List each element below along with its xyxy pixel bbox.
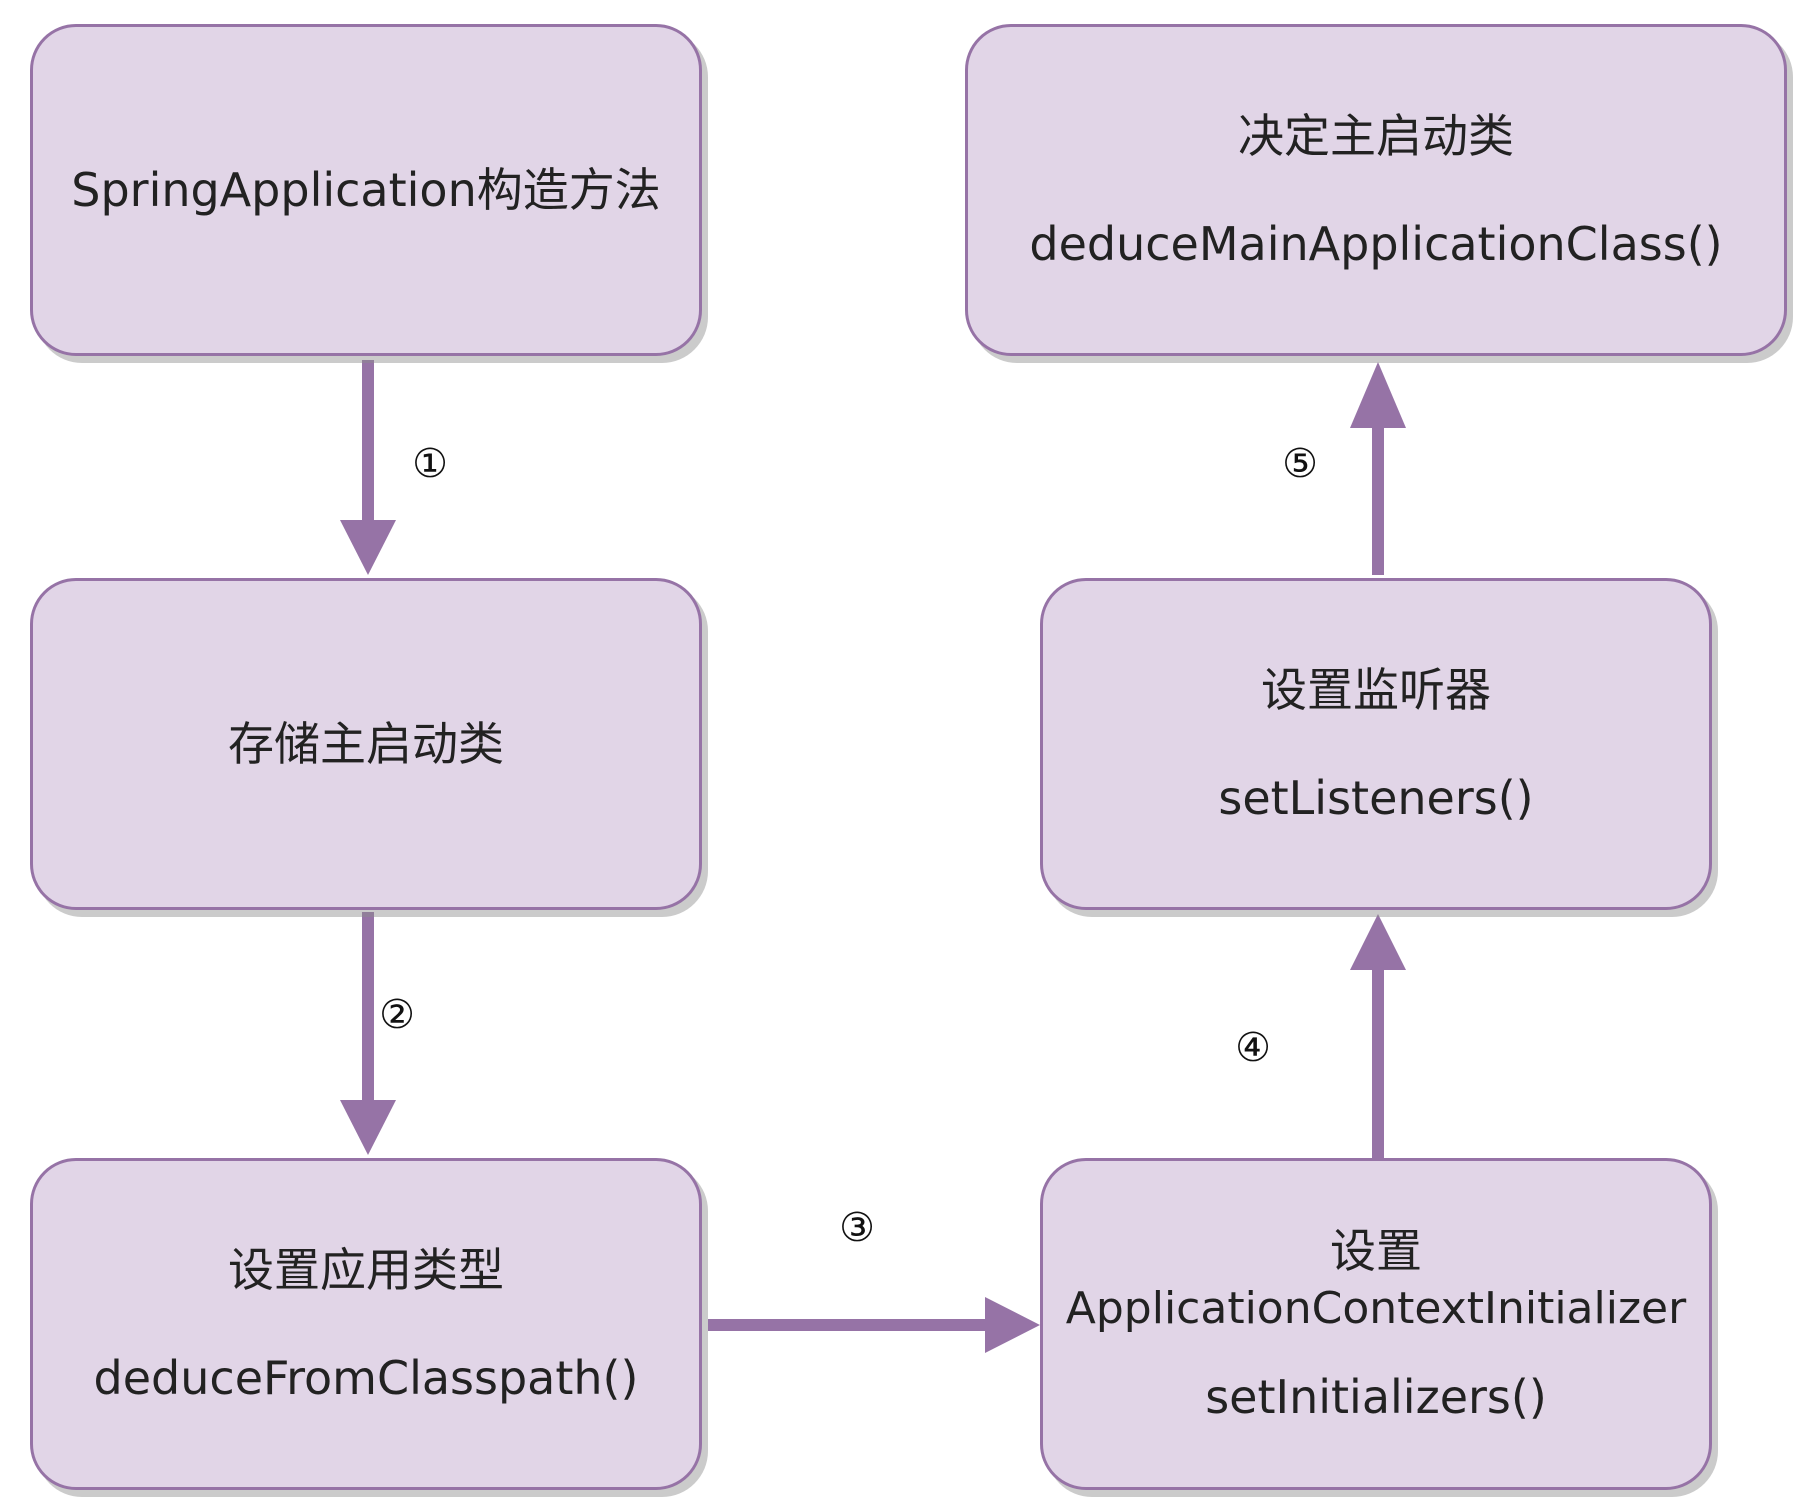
- node-text: 存储主启动类: [228, 717, 504, 771]
- arrowhead-up: [1350, 362, 1406, 428]
- node-set-initializers: 设置 ApplicationContextInitializer setInit…: [1040, 1158, 1712, 1490]
- edge-label-2: ②: [379, 992, 415, 1038]
- edge-constructor-to-store: [340, 360, 396, 575]
- node-title: 设置: [1330, 1224, 1422, 1278]
- node-title: 决定主启动类: [1238, 109, 1514, 163]
- node-method: deduceMainApplicationClass(): [1029, 217, 1723, 271]
- edge-initializers-to-listeners: [1350, 914, 1406, 1158]
- node-method: setListeners(): [1218, 771, 1534, 825]
- edge-listeners-to-mainclass: [1350, 362, 1406, 575]
- node-method: deduceFromClasspath(): [93, 1351, 639, 1405]
- edge-apptype-to-initializers: [708, 1297, 1040, 1353]
- edge-label-5: ⑤: [1282, 441, 1318, 487]
- node-title: 设置应用类型: [228, 1243, 504, 1297]
- node-decide-main-class: 决定主启动类 deduceMainApplicationClass(): [965, 24, 1787, 356]
- arrowhead-down: [340, 520, 396, 575]
- edge-label-4: ④: [1235, 1025, 1271, 1071]
- node-set-application-type: 设置应用类型 deduceFromClasspath(): [30, 1158, 702, 1490]
- edge-label-3: ③: [839, 1205, 875, 1251]
- edge-label-1: ①: [412, 441, 448, 487]
- node-subtitle: ApplicationContextInitializer: [1065, 1283, 1687, 1334]
- node-store-main-class: 存储主启动类: [30, 578, 702, 910]
- node-method: setInitializers(): [1205, 1370, 1547, 1424]
- arrowhead-up: [1350, 914, 1406, 970]
- arrowhead-down: [340, 1100, 396, 1155]
- node-text: SpringApplication构造方法: [71, 163, 661, 217]
- node-set-listeners: 设置监听器 setListeners(): [1040, 578, 1712, 910]
- node-title: 设置监听器: [1261, 663, 1491, 717]
- arrowhead-right: [985, 1297, 1040, 1353]
- node-spring-application-constructor: SpringApplication构造方法: [30, 24, 702, 356]
